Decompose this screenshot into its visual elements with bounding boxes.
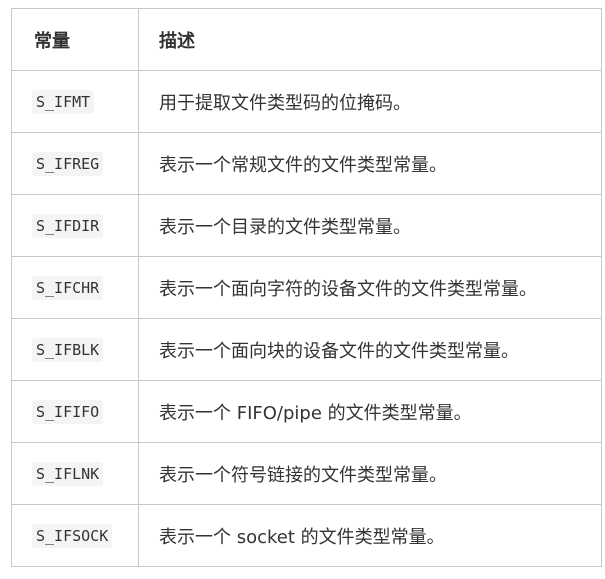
constants-table-container: 常量 描述 S_IFMT 用于提取文件类型码的位掩码。 S_IFREG 表示一个… xyxy=(11,8,602,567)
description-cell: 表示一个常规文件的文件类型常量。 xyxy=(138,132,602,195)
table-row: S_IFBLK 表示一个面向块的设备文件的文件类型常量。 xyxy=(11,318,602,381)
constant-code: S_IFIFO xyxy=(32,400,104,424)
file-type-constants-table: 常量 描述 S_IFMT 用于提取文件类型码的位掩码。 S_IFREG 表示一个… xyxy=(11,8,602,567)
description-cell: 表示一个目录的文件类型常量。 xyxy=(138,194,602,257)
constant-cell: S_IFSOCK xyxy=(11,504,139,567)
constant-cell: S_IFBLK xyxy=(11,318,139,381)
constant-code: S_IFBLK xyxy=(32,338,104,362)
description-cell: 表示一个 FIFO/pipe 的文件类型常量。 xyxy=(138,380,602,443)
constant-cell: S_IFMT xyxy=(11,70,139,133)
constant-code: S_IFCHR xyxy=(32,276,104,300)
table-row: S_IFCHR 表示一个面向字符的设备文件的文件类型常量。 xyxy=(11,256,602,319)
constant-code: S_IFDIR xyxy=(32,214,104,238)
constant-cell: S_IFDIR xyxy=(11,194,139,257)
constant-cell: S_IFCHR xyxy=(11,256,139,319)
header-description: 描述 xyxy=(138,8,602,71)
constant-cell: S_IFLNK xyxy=(11,442,139,505)
table-header: 常量 描述 xyxy=(11,8,602,71)
header-row: 常量 描述 xyxy=(11,8,602,71)
table-body: S_IFMT 用于提取文件类型码的位掩码。 S_IFREG 表示一个常规文件的文… xyxy=(11,70,602,567)
description-cell: 表示一个面向字符的设备文件的文件类型常量。 xyxy=(138,256,602,319)
table-row: S_IFSOCK 表示一个 socket 的文件类型常量。 xyxy=(11,504,602,567)
table-row: S_IFIFO 表示一个 FIFO/pipe 的文件类型常量。 xyxy=(11,380,602,443)
constant-code: S_IFMT xyxy=(32,90,95,114)
header-constant: 常量 xyxy=(11,8,139,71)
description-cell: 表示一个面向块的设备文件的文件类型常量。 xyxy=(138,318,602,381)
description-cell: 用于提取文件类型码的位掩码。 xyxy=(138,70,602,133)
table-row: S_IFLNK 表示一个符号链接的文件类型常量。 xyxy=(11,442,602,505)
constant-cell: S_IFREG xyxy=(11,132,139,195)
constant-code: S_IFSOCK xyxy=(32,524,113,548)
constant-code: S_IFREG xyxy=(32,152,104,176)
table-row: S_IFREG 表示一个常规文件的文件类型常量。 xyxy=(11,132,602,195)
description-cell: 表示一个 socket 的文件类型常量。 xyxy=(138,504,602,567)
description-cell: 表示一个符号链接的文件类型常量。 xyxy=(138,442,602,505)
constant-code: S_IFLNK xyxy=(32,462,104,486)
table-row: S_IFMT 用于提取文件类型码的位掩码。 xyxy=(11,70,602,133)
table-row: S_IFDIR 表示一个目录的文件类型常量。 xyxy=(11,194,602,257)
constant-cell: S_IFIFO xyxy=(11,380,139,443)
